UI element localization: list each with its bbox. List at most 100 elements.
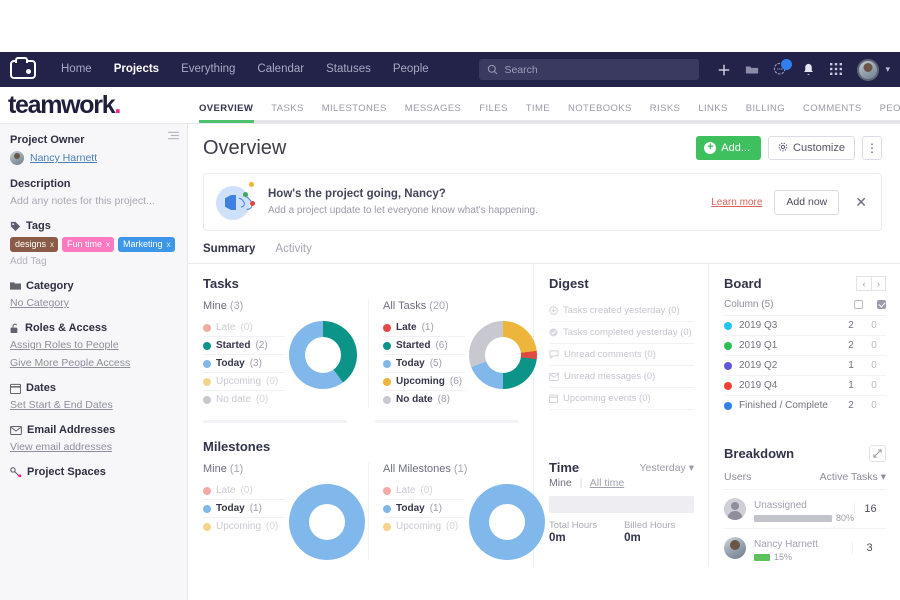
tag-fun-time[interactable]: Fun time x [62, 237, 115, 252]
legend-item[interactable]: Today (1) [383, 500, 465, 518]
board-prev-button[interactable]: ‹ [856, 276, 871, 291]
add-now-button[interactable]: Add now [774, 189, 840, 215]
tag-remove-icon[interactable]: x [106, 240, 110, 249]
table-row[interactable]: 2019 Q2 1 0 [724, 356, 886, 376]
milestones-all-donut[interactable] [469, 484, 545, 560]
digest-row[interactable]: Tasks created yesterday (0) [549, 300, 694, 322]
category-value[interactable]: No Category [10, 297, 175, 309]
description-placeholder[interactable]: Add any notes for this project... [10, 195, 175, 207]
legend-item[interactable]: Late (0) [383, 482, 465, 500]
folder-icon[interactable] [739, 57, 765, 83]
topnav-item-projects[interactable]: Projects [103, 52, 170, 87]
table-row[interactable]: 2019 Q4 1 0 [724, 376, 886, 396]
table-row[interactable]: 2019 Q3 2 0 [724, 316, 886, 336]
description-heading: Description [10, 178, 71, 190]
milestones-widget: Milestones Mine (1) Late (0) Today (1) U… [188, 423, 545, 560]
board-next-button[interactable]: › [871, 276, 886, 291]
legend-item[interactable]: Started (6) [383, 337, 465, 355]
chevron-down-icon[interactable]: ▾ [885, 64, 890, 75]
legend-item[interactable]: No date (0) [203, 391, 285, 408]
board-row-done: 0 [871, 380, 877, 391]
board-completed-tasks-icon[interactable] [877, 300, 886, 309]
digest-row[interactable]: Tasks completed yesterday (0) [549, 322, 694, 344]
set-dates-link[interactable]: Set Start & End Dates [10, 399, 175, 411]
project-owner-name[interactable]: Nancy Harnett [30, 152, 97, 164]
legend-item[interactable]: Upcoming (0) [203, 518, 285, 535]
milestones-mine-legend: Late (0) Today (1) Upcoming (0) [203, 482, 285, 535]
legend-value: (0) [266, 521, 279, 532]
legend-name: Started [216, 340, 251, 351]
grid-apps-icon[interactable] [823, 57, 849, 83]
comment-icon [549, 350, 559, 359]
plus-icon[interactable] [711, 57, 737, 83]
digest-row[interactable]: Unread comments (0) [549, 344, 694, 366]
legend-item[interactable]: Today (3) [203, 355, 285, 373]
user-avatar [724, 537, 746, 559]
breakdown-row-body: Nancy Harnett 15% [754, 534, 852, 562]
board-open-tasks-icon[interactable] [854, 300, 863, 309]
expand-icon[interactable] [869, 445, 886, 462]
topnav-item-people[interactable]: People [382, 52, 440, 87]
page-more-menu-button[interactable]: ⋮ [862, 136, 882, 160]
assign-roles-link[interactable]: Assign Roles to People [10, 339, 175, 351]
teamwork-box-icon[interactable] [10, 57, 36, 79]
topnav-item-calendar[interactable]: Calendar [246, 52, 315, 87]
chat-icon[interactable] [767, 57, 793, 83]
legend-item[interactable]: Late (1) [383, 319, 465, 337]
add-button[interactable]: + Add... [696, 136, 762, 160]
owner-avatar [10, 151, 24, 165]
tasks-widget-rules [188, 408, 533, 423]
legend-item[interactable]: Started (2) [203, 337, 285, 355]
breakdown-row-pct: 80% [836, 513, 855, 523]
milestones-mine-donut[interactable] [289, 484, 365, 560]
time-scope-mine[interactable]: Mine [549, 477, 572, 489]
search-input[interactable] [504, 63, 692, 76]
tag-remove-icon[interactable]: x [167, 240, 171, 249]
time-scope-all[interactable]: All time [590, 477, 624, 489]
bell-icon[interactable] [795, 57, 821, 83]
topnav-item-everything[interactable]: Everything [170, 52, 246, 87]
breakdown-users-label: Users [724, 471, 752, 483]
tasks-all-donut[interactable] [469, 321, 537, 389]
banner-text: How's the project going, Nancy? Add a pr… [268, 188, 538, 216]
legend-name: Upcoming [396, 521, 442, 532]
legend-item[interactable]: Today (5) [383, 355, 465, 373]
topnav-item-home[interactable]: Home [50, 52, 103, 87]
tag-marketing[interactable]: Marketing x [118, 237, 175, 252]
legend-item[interactable]: Late (0) [203, 319, 285, 337]
legend-item[interactable]: Late (0) [203, 482, 285, 500]
time-range-select[interactable]: Yesterday ▾ [639, 462, 694, 474]
board-row-name: Finished / Complete [739, 400, 828, 411]
milestones-all-legend: Late (0) Today (1) Upcoming (0) [383, 482, 465, 535]
legend-item[interactable]: Today (1) [203, 500, 285, 518]
time-range-value: Yesterday [639, 461, 686, 474]
search-box[interactable] [479, 59, 700, 80]
user-avatar[interactable] [857, 58, 880, 81]
close-icon[interactable]: ✕ [855, 194, 867, 211]
project-owner-row[interactable]: Nancy Harnett [10, 151, 175, 165]
give-access-link[interactable]: Give More People Access [10, 357, 175, 369]
tab-summary[interactable]: Summary [203, 243, 255, 263]
tasks-mine-donut[interactable] [289, 321, 357, 389]
collapse-sidebar-icon[interactable] [168, 131, 179, 143]
legend-item[interactable]: No date (8) [383, 391, 465, 408]
tag-designs[interactable]: designs x [10, 237, 59, 252]
tag-remove-icon[interactable]: x [50, 240, 54, 249]
legend-item[interactable]: Upcoming (6) [383, 373, 465, 391]
learn-more-link[interactable]: Learn more [711, 197, 762, 208]
list-item[interactable]: Nancy Harnett 15% 3 [724, 528, 886, 567]
digest-row[interactable]: Upcoming events (0) [549, 388, 694, 410]
legend-item[interactable]: Upcoming (0) [203, 373, 285, 391]
add-tag-button[interactable]: Add Tag [10, 256, 175, 267]
customize-button[interactable]: Customize [768, 136, 855, 160]
list-item[interactable]: Unassigned 80% 16 [724, 489, 886, 528]
table-row[interactable]: Finished / Complete 2 0 [724, 396, 886, 415]
digest-row[interactable]: Unread messages (0) [549, 366, 694, 388]
view-emails-link[interactable]: View email addresses [10, 441, 175, 453]
table-row[interactable]: 2019 Q1 2 0 [724, 336, 886, 356]
breakdown-metric-select[interactable]: Active Tasks ▾ [820, 471, 886, 483]
topnav-item-statuses[interactable]: Statuses [315, 52, 382, 87]
legend-item[interactable]: Upcoming (0) [383, 518, 465, 535]
tab-activity[interactable]: Activity [275, 243, 311, 263]
total-hours-label: Total Hours [549, 520, 598, 531]
